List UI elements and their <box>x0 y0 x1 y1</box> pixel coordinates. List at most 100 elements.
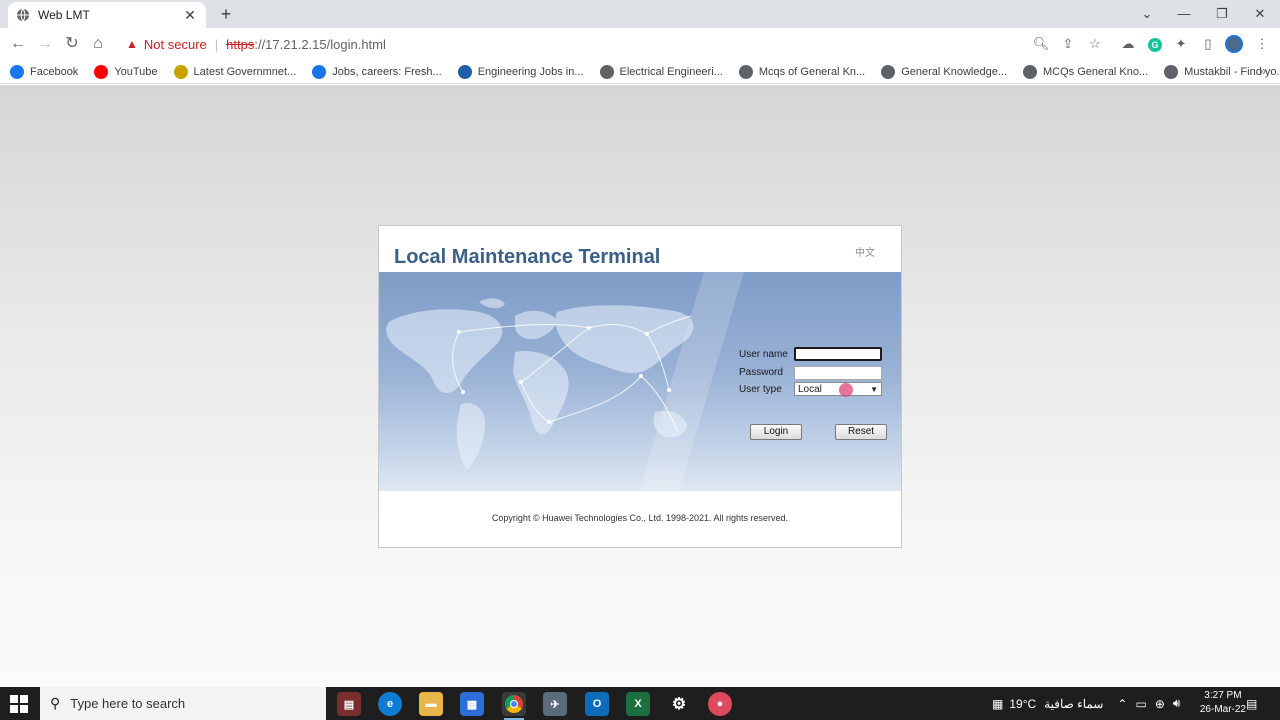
page-title: Local Maintenance Terminal <box>394 246 661 268</box>
globe-icon <box>599 64 614 79</box>
bookmark-label: Mcqs of General Kn... <box>758 65 866 78</box>
bookmark-label: Engineering Jobs in... <box>477 65 584 78</box>
bookmarks-overflow-icon[interactable]: » <box>1259 64 1266 78</box>
minimize-button[interactable]: — <box>1174 4 1194 24</box>
bookmark-item[interactable]: Mcqs of General Kn... <box>738 64 866 79</box>
globe-icon <box>17 8 29 22</box>
home-button[interactable]: ⌂ <box>88 34 108 54</box>
search-placeholder: Type here to search <box>70 696 186 711</box>
restore-button[interactable]: ❐ <box>1212 4 1232 24</box>
url-scheme: https <box>226 36 255 52</box>
tab-strip: Web LMT ✕ + ⌄ — ❐ ✕ <box>0 0 1280 28</box>
username-input[interactable] <box>794 347 882 361</box>
bookmark-label: Jobs, careers: Fresh... <box>332 65 442 78</box>
grammarly-icon[interactable]: G <box>1146 35 1164 53</box>
star-icon[interactable]: ☆ <box>1086 35 1104 53</box>
new-tab-button[interactable]: + <box>216 4 236 24</box>
network-globe-icon[interactable]: ⊕ <box>1155 697 1165 711</box>
windows-start-icon[interactable] <box>10 695 28 713</box>
bookmark-label: Latest Governmnet... <box>193 65 297 78</box>
windows-taskbar: ⚲ Type here to search ▤ e ▬ ▦ ✈ O X ⚙ ● … <box>0 687 1280 720</box>
bookmark-item[interactable]: Jobs, careers: Fresh... <box>312 64 442 79</box>
reload-button[interactable]: ↻ <box>62 34 82 54</box>
mouse-cursor-highlight <box>839 383 853 397</box>
bookmark-icon <box>312 64 327 79</box>
extensions-puzzle-icon[interactable]: ✦ <box>1172 35 1190 53</box>
facebook-icon <box>10 64 24 79</box>
url-text: ://17.21.2.15/login.html <box>254 36 386 52</box>
bookmark-item[interactable]: Facebook <box>10 64 79 79</box>
taskbar-search-box[interactable]: ⚲ Type here to search <box>40 687 326 720</box>
outlook-icon[interactable]: O <box>585 692 609 716</box>
globe-icon <box>881 64 896 79</box>
usertype-select[interactable]: Local ▼ <box>794 382 882 396</box>
close-window-button[interactable]: ✕ <box>1250 4 1270 24</box>
chrome-icon[interactable] <box>502 692 526 720</box>
bookmark-icon <box>457 64 472 79</box>
bookmark-item[interactable]: General Knowledge... <box>881 64 1007 79</box>
profile-avatar[interactable] <box>1225 35 1243 53</box>
tray-chevron-up-icon[interactable]: ⌃ <box>1117 697 1127 711</box>
bookmark-item[interactable]: YouTube <box>94 64 158 79</box>
search-icon: ⚲ <box>50 695 61 711</box>
language-switch-link[interactable]: 中文 <box>855 244 875 259</box>
volume-icon[interactable]: 🔊︎ <box>1173 696 1181 711</box>
forward-button[interactable]: → <box>35 34 55 54</box>
app-icon[interactable]: ✈ <box>543 692 567 716</box>
screen-recorder-icon[interactable]: ● <box>708 692 732 716</box>
youtube-icon <box>94 64 109 79</box>
share-icon[interactable]: ⇪ <box>1059 35 1077 53</box>
notifications-icon[interactable]: ▤ <box>1246 687 1257 720</box>
microsoft-store-icon[interactable]: ▦ <box>460 692 484 716</box>
bookmark-icon <box>173 64 188 79</box>
tab-web-lmt[interactable]: Web LMT ✕ <box>8 2 206 28</box>
weather-text[interactable]: سماء صافية <box>1044 697 1103 711</box>
excel-icon[interactable]: X <box>626 692 650 716</box>
copyright-text: Copyright © Huawei Technologies Co., Ltd… <box>491 513 789 523</box>
page-content: Local Maintenance Terminal 中文 User name … <box>0 85 1280 687</box>
settings-gear-icon[interactable]: ⚙ <box>667 692 691 716</box>
reset-button[interactable]: Reset <box>835 424 887 440</box>
battery-icon[interactable]: ▭ <box>1135 697 1146 711</box>
system-tray: ▦ 19°C سماء صافية ⌃ ▭ ⊕ 🔊︎ <box>992 687 1180 720</box>
globe-icon <box>1164 64 1179 79</box>
back-button[interactable]: ← <box>8 34 28 54</box>
chevron-down-icon: ▼ <box>870 384 878 394</box>
edge-icon[interactable]: e <box>378 692 402 716</box>
security-label[interactable]: Not secure <box>144 37 207 52</box>
zoom-icon[interactable]: 🔍︎ <box>1032 35 1050 53</box>
browser-toolbar: ← → ↻ ⌂ ▲ Not secure | https ://17.21.2.… <box>0 28 1280 60</box>
bookmark-label: MCQs General Kno... <box>1043 65 1149 78</box>
login-panel: Local Maintenance Terminal 中文 User name … <box>378 225 902 548</box>
warning-icon: ▲ <box>126 37 138 51</box>
world-map-banner: User name Password User type Local ▼ Log… <box>379 272 901 491</box>
bookmark-item[interactable]: Engineering Jobs in... <box>457 64 584 79</box>
username-label: User name <box>739 349 788 360</box>
usertype-label: User type <box>739 384 782 395</box>
winrar-icon[interactable]: ▤ <box>337 692 361 716</box>
tab-title: Web LMT <box>38 8 90 22</box>
bookmark-item[interactable]: MCQs General Kno... <box>1023 64 1149 79</box>
file-explorer-icon[interactable]: ▬ <box>419 692 443 716</box>
clock-date: 26-Mar-22 <box>1199 704 1246 715</box>
password-label: Password <box>739 367 783 378</box>
temperature[interactable]: 19°C <box>1009 697 1036 711</box>
taskbar-clock[interactable]: 3:27 PM 26-Mar-22 <box>1200 689 1246 717</box>
clock-time: 3:27 PM <box>1204 690 1242 701</box>
menu-kebab-icon[interactable]: ⋮ <box>1253 35 1271 53</box>
weather-icon[interactable]: ▦ <box>992 697 1003 711</box>
globe-icon <box>738 64 753 79</box>
usertype-selected-value: Local <box>798 383 822 395</box>
close-tab-icon[interactable]: ✕ <box>182 7 198 24</box>
tab-search-chevron-icon[interactable]: ⌄ <box>1137 4 1157 24</box>
bookmark-label: Facebook <box>30 65 79 78</box>
login-button[interactable]: Login <box>750 424 802 440</box>
bookmark-label: YouTube <box>114 65 158 78</box>
password-input[interactable] <box>794 366 882 380</box>
address-bar[interactable]: ▲ Not secure | https ://17.21.2.15/login… <box>116 30 1116 58</box>
side-panel-icon[interactable]: ▯ <box>1199 35 1217 53</box>
bookmark-item[interactable]: Electrical Engineeri... <box>599 64 723 79</box>
extension-cloud-icon[interactable]: ☁ <box>1119 35 1137 53</box>
bookmark-item[interactable]: Latest Governmnet... <box>173 64 297 79</box>
bookmarks-bar: Facebook YouTube Latest Governmnet... Jobs,… <box>0 60 1280 84</box>
